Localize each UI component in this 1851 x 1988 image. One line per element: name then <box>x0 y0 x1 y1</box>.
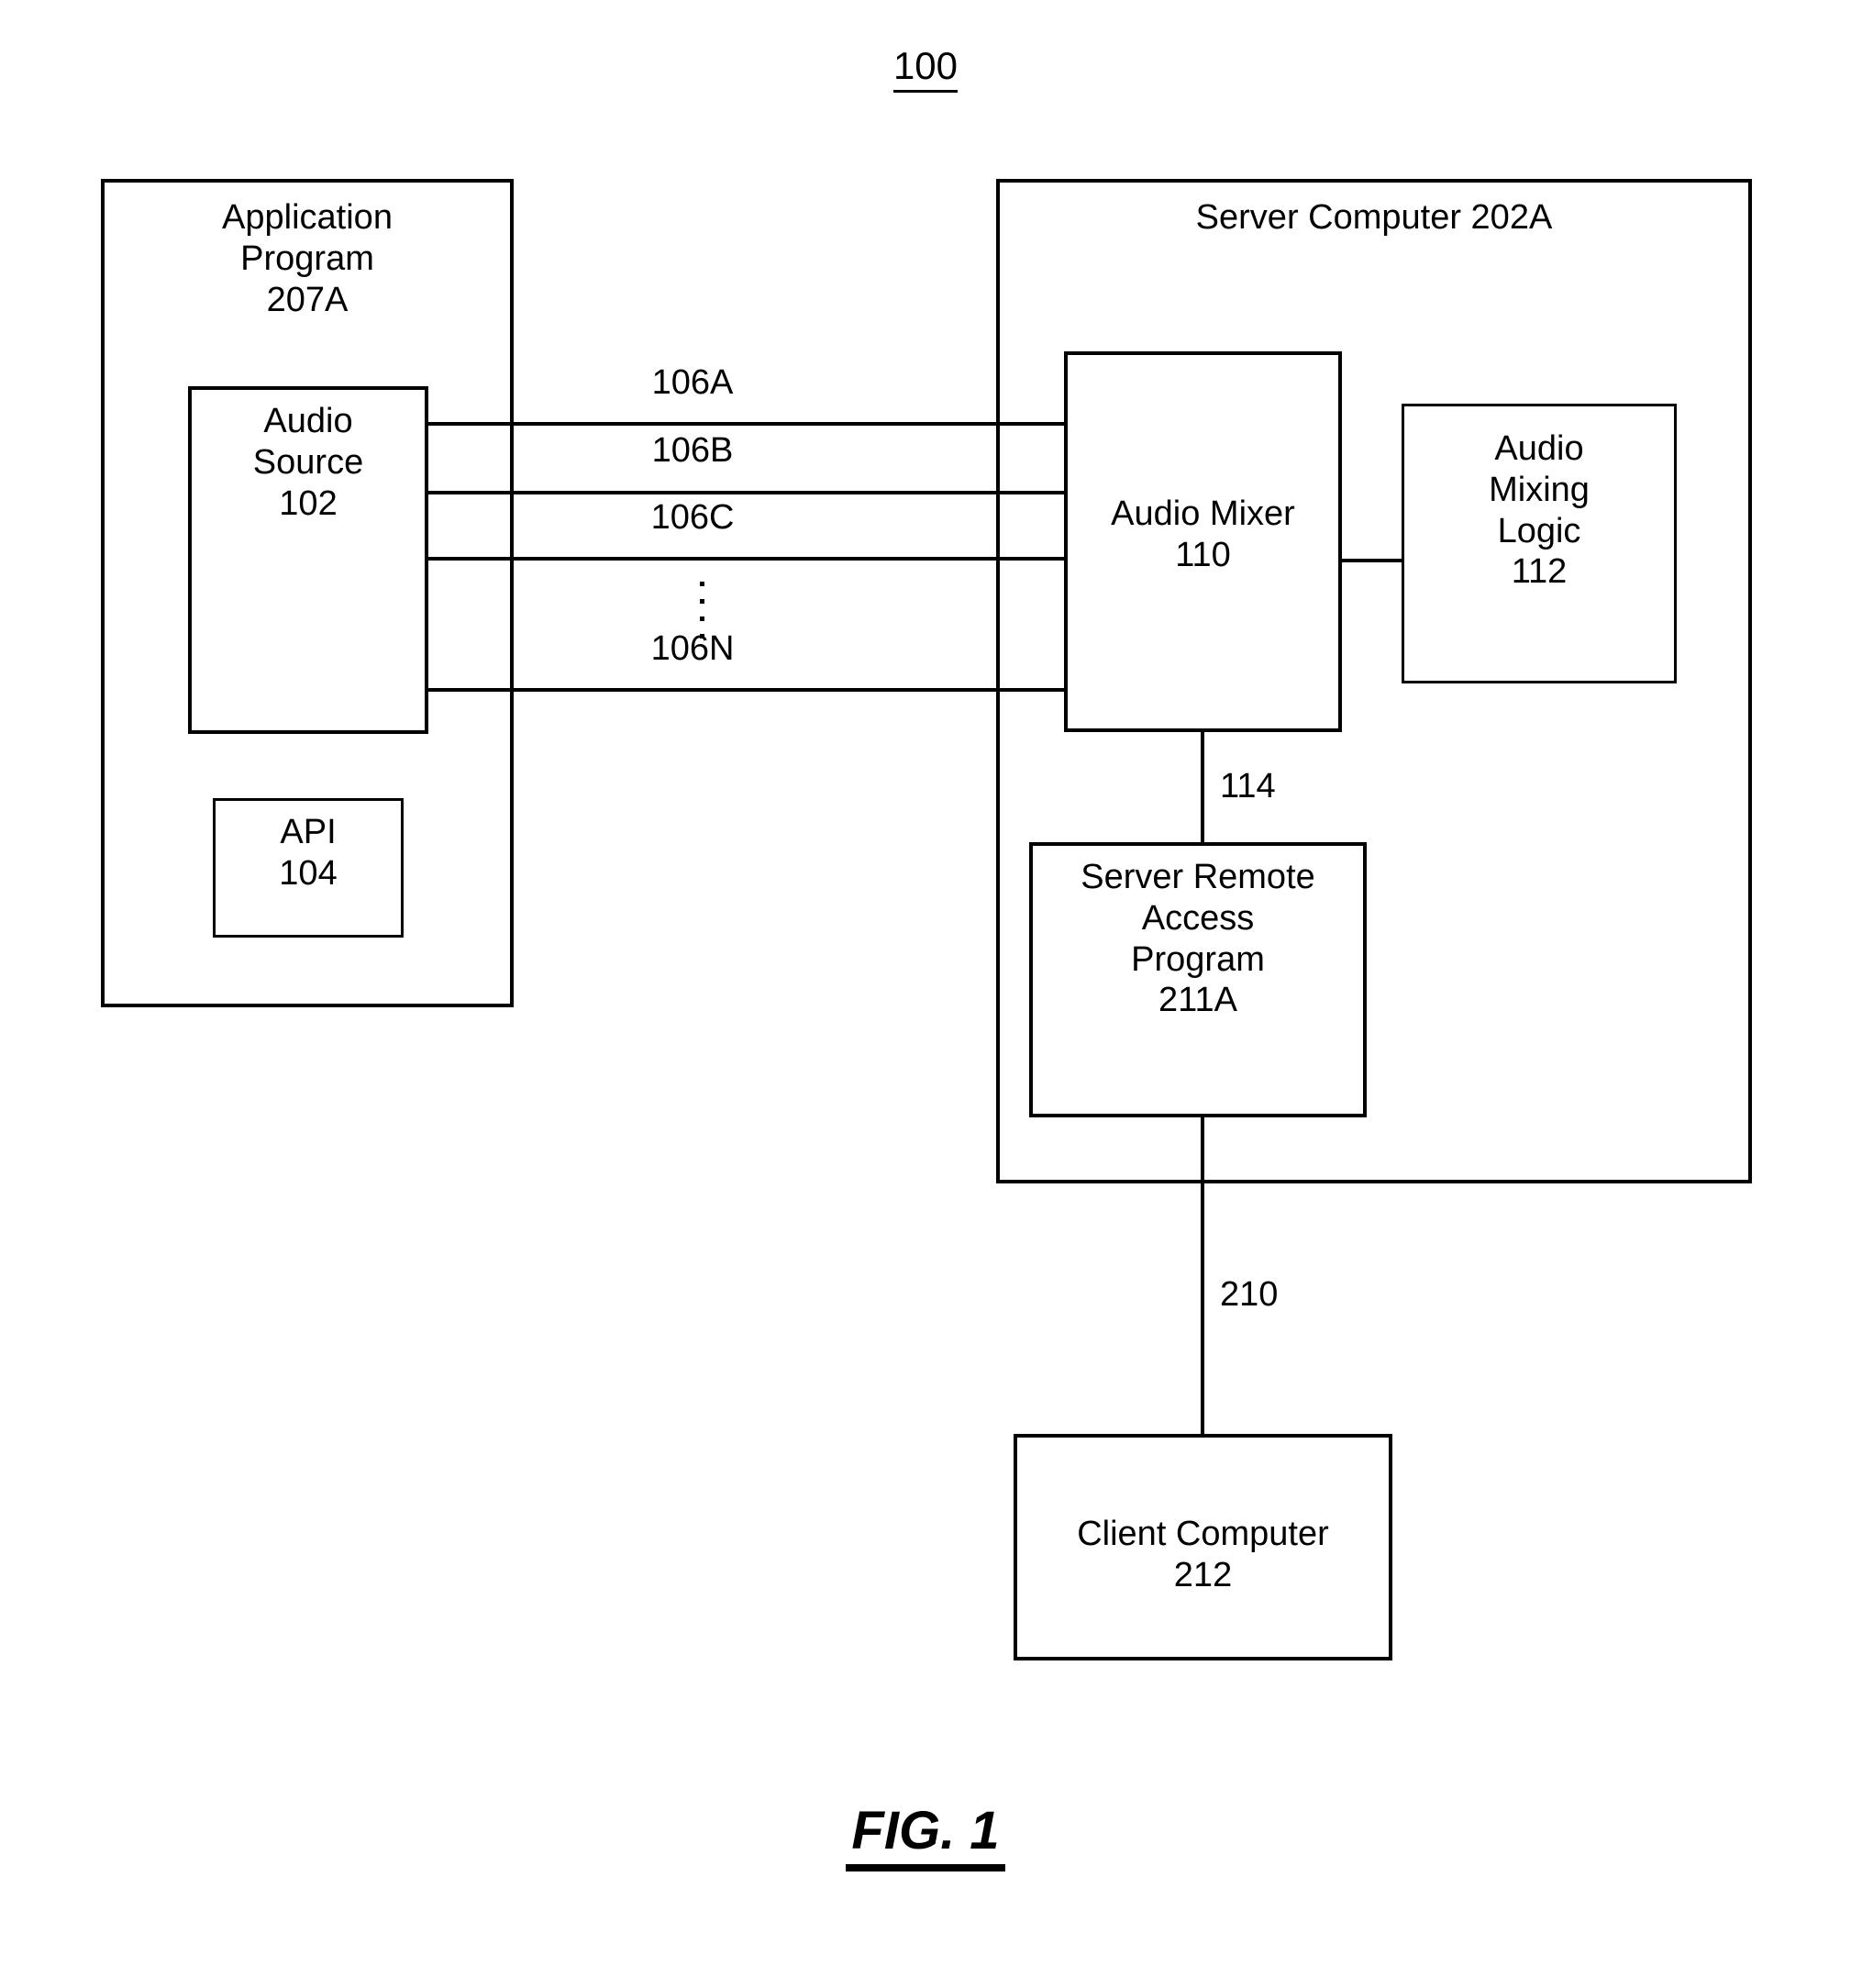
client-computer-label: Client Computer 212 <box>1077 1515 1329 1594</box>
connection-114-line <box>1201 730 1204 844</box>
api-label: API 104 <box>279 813 338 893</box>
figure-caption-text: FIG. 1 <box>846 1801 1005 1871</box>
vertical-ellipsis-icon <box>683 569 720 639</box>
channel-106b-line <box>425 491 1068 494</box>
audio-mixer-label: Audio Mixer 110 <box>1111 494 1295 574</box>
patent-figure: 100 Application Program 207A Audio Sourc… <box>0 0 1851 1988</box>
mixer-to-mixing-logic-line <box>1340 559 1403 562</box>
audio-mixing-logic-label: Audio Mixing Logic 112 <box>1489 429 1590 592</box>
connection-210-line <box>1201 1115 1204 1438</box>
server-remote-access-program-label: Server Remote Access Program 211A <box>1081 858 1315 1020</box>
audio-source-label: Audio Source 102 <box>252 402 364 523</box>
figure-reference-number-text: 100 <box>892 44 959 93</box>
figure-reference-number: 100 <box>0 44 1851 93</box>
connection-114-label: 114 <box>1220 767 1276 805</box>
connection-210-label: 210 <box>1220 1275 1279 1314</box>
server-computer-label: Server Computer 202A <box>1195 198 1553 237</box>
channel-106a-label: 106A <box>651 363 734 402</box>
figure-caption: FIG. 1 <box>0 1800 1851 1871</box>
channel-106c-line <box>425 557 1068 561</box>
channel-106n-line <box>425 688 1068 692</box>
channel-106b-label: 106B <box>651 431 734 470</box>
channel-106c-label: 106C <box>650 498 735 537</box>
application-program-label: Application Program 207A <box>222 198 393 319</box>
channel-106a-line <box>425 422 1068 426</box>
